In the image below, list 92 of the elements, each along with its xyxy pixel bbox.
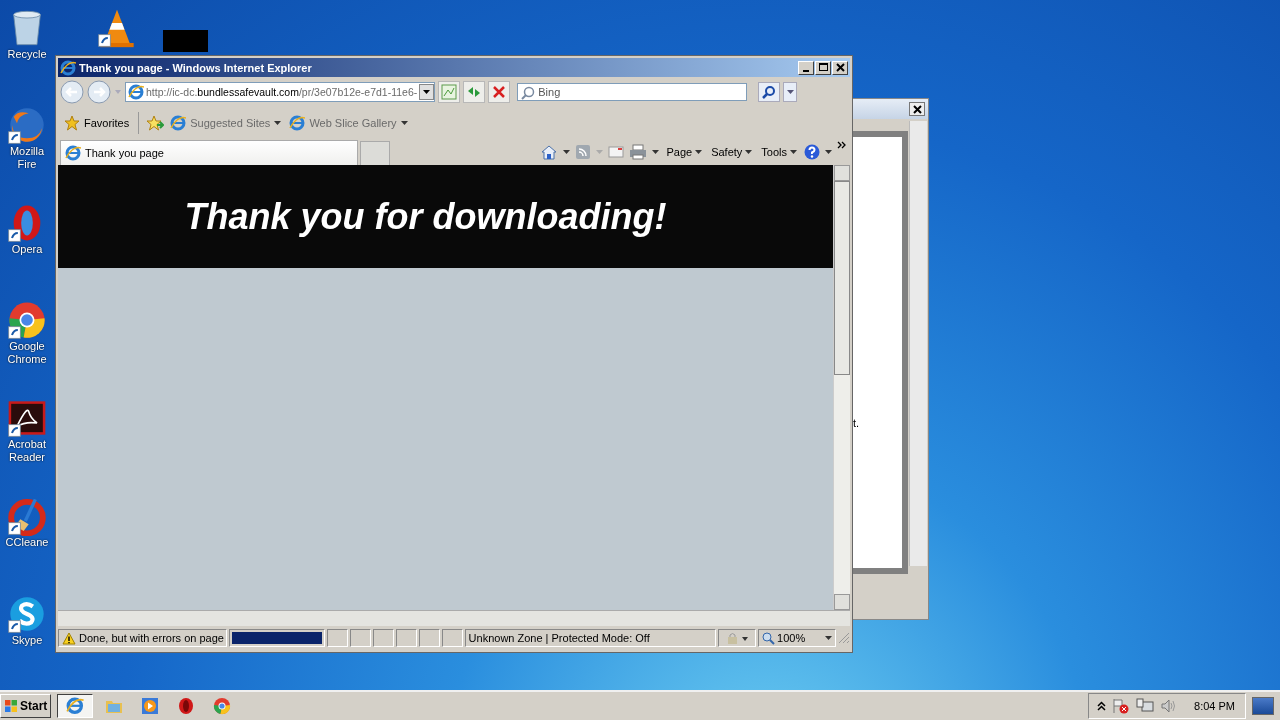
- icon-label: Google Chrome: [6, 340, 48, 366]
- traffic-cone-icon[interactable]: [97, 8, 137, 48]
- chevron-up-icon[interactable]: [1097, 701, 1107, 711]
- horizontal-scrollbar[interactable]: [58, 610, 850, 626]
- menu-button[interactable]: Safety: [709, 146, 755, 158]
- search-icon: [521, 86, 536, 100]
- browser-logo-icon: [170, 115, 187, 131]
- close-icon: [912, 104, 922, 114]
- close-button[interactable]: [909, 102, 925, 116]
- status-pane: [349, 629, 371, 647]
- window-title: Thank you page - Windows Internet Explorer: [79, 61, 313, 74]
- caret-icon[interactable]: [652, 149, 660, 155]
- menu-button[interactable]: Page: [664, 146, 705, 158]
- fox-globe-icon[interactable]: [7, 105, 47, 145]
- icon-label: Skype: [10, 634, 44, 647]
- icon-label: Acrobat Reader: [7, 438, 47, 464]
- browser-logo-icon: [289, 115, 306, 131]
- play-icon: [141, 697, 160, 715]
- caret-icon: [786, 89, 794, 95]
- url-text: http://ic-dc.bundlessafevault.com/pr/3e07b12e-e7d1-11e6-: [146, 86, 418, 98]
- taskbar-button[interactable]: [57, 694, 94, 718]
- document-reader-icon[interactable]: [7, 398, 47, 438]
- address-field[interactable]: http://ic-dc.bundlessafevault.com/pr/3e07b12e-e7d1-11e6-: [125, 82, 436, 102]
- page-icon: [128, 84, 144, 100]
- status-message: Done, but with errors on page: [79, 632, 224, 644]
- start-button[interactable]: Start: [0, 694, 52, 718]
- chevron-icon[interactable]: [837, 141, 846, 149]
- clock: 8:04 PM: [1194, 700, 1235, 712]
- icon-label: Opera: [10, 243, 44, 256]
- mail-icon[interactable]: [608, 145, 625, 159]
- caret-icon: [274, 120, 282, 126]
- redaction-block: [163, 30, 208, 52]
- home-icon[interactable]: [540, 144, 559, 160]
- menu-button[interactable]: Tools: [759, 146, 799, 158]
- vertical-scrollbar[interactable]: [909, 121, 927, 566]
- minimize-icon: [803, 70, 809, 72]
- search-button[interactable]: [758, 82, 781, 102]
- page-heading: Thank you for downloading!: [184, 195, 667, 238]
- search-icon: [762, 85, 777, 99]
- search-field[interactable]: Bing: [517, 83, 748, 101]
- caret-icon: [745, 149, 753, 155]
- help-icon[interactable]: [804, 144, 820, 160]
- status-pane: [418, 629, 440, 647]
- security-zone: Unknown Zone | Protected Mode: Off: [464, 629, 717, 647]
- status-pane: [395, 629, 417, 647]
- warning-icon: [62, 631, 76, 645]
- broom-icon[interactable]: [7, 496, 47, 536]
- minimize-button[interactable]: [798, 60, 814, 75]
- add-favorite-icon[interactable]: [146, 115, 165, 131]
- chrome-ball-icon: [213, 697, 232, 715]
- maximize-icon: [817, 62, 829, 73]
- browser-logo-icon: [66, 697, 85, 715]
- browser-tab[interactable]: Thank you page: [60, 140, 358, 165]
- caret-icon: [400, 120, 408, 126]
- caret-icon: [423, 89, 431, 95]
- windows-logo-icon: [4, 699, 18, 713]
- refresh-button[interactable]: [463, 81, 486, 103]
- icon-label: Mozilla Fire: [8, 145, 46, 171]
- favorites-link[interactable]: Suggested Sites: [168, 113, 284, 133]
- stop-button[interactable]: [488, 81, 511, 103]
- favorites-button[interactable]: Favorites: [62, 113, 132, 133]
- favorites-link[interactable]: Web Slice Gallery: [287, 113, 410, 133]
- browser-logo-icon: [65, 145, 81, 161]
- caret-icon[interactable]: [563, 149, 571, 155]
- status-pane: [326, 629, 348, 647]
- text-fragment: t.: [853, 417, 860, 429]
- printer-icon[interactable]: [629, 144, 648, 160]
- letter-o-icon: [177, 697, 196, 715]
- chrome-ball-icon[interactable]: [7, 300, 47, 340]
- network-icon[interactable]: [1136, 698, 1155, 714]
- zoom-button[interactable]: 100%: [758, 629, 836, 647]
- icon-label: Recycle: [6, 48, 48, 61]
- zoom-icon: [762, 631, 776, 645]
- browser-logo-icon: [60, 59, 76, 76]
- caret-icon[interactable]: [825, 149, 832, 155]
- icon-label: CCleane: [4, 536, 50, 549]
- compatibility-icon: [440, 83, 459, 101]
- star-icon: [64, 115, 80, 131]
- dropdown-button[interactable]: [783, 82, 798, 102]
- status-pane: [372, 629, 394, 647]
- vertical-scrollbar[interactable]: [833, 165, 850, 610]
- caret-icon: [790, 149, 797, 155]
- maximize-button[interactable]: [815, 60, 831, 75]
- flag-icon[interactable]: [1112, 698, 1131, 714]
- resize-grip-icon: [838, 632, 850, 644]
- dropdown-button[interactable]: [419, 84, 435, 100]
- caret-icon: [695, 149, 703, 155]
- lock-icon[interactable]: [725, 631, 750, 645]
- close-icon: [834, 62, 846, 73]
- letter-s-icon[interactable]: [7, 594, 47, 634]
- caret-icon: [825, 635, 832, 641]
- status-pane: [441, 629, 463, 647]
